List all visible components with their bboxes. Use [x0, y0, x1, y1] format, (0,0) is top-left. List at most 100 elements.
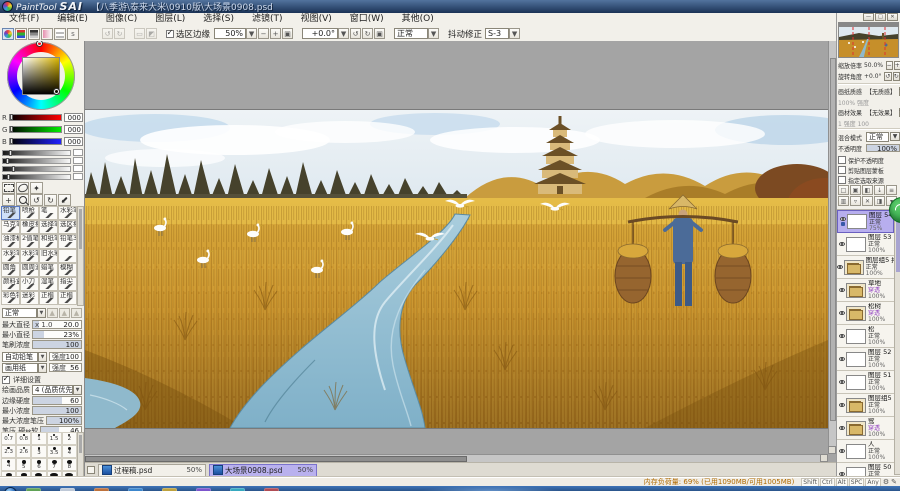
zoom-in-button[interactable]: +	[270, 28, 281, 39]
rotate-cw-button[interactable]: ↻	[362, 28, 373, 39]
layer-row[interactable]: 图层组5 拷贝正常100%	[837, 256, 894, 279]
mixer-slider-1[interactable]	[2, 150, 71, 156]
navigator-panel[interactable]	[838, 22, 899, 58]
layer-list-scrollbar[interactable]	[894, 209, 900, 475]
brush-size-preset[interactable]: 7	[47, 458, 62, 471]
angle-field[interactable]: +0.0°	[302, 28, 338, 39]
red-slider[interactable]	[9, 114, 62, 121]
layer-visibility[interactable]	[837, 288, 846, 292]
clear-layer-button[interactable]: ▿	[850, 196, 861, 206]
reset-view-tool[interactable]: ↻	[44, 194, 57, 206]
rotate-view-tool[interactable]: ↺	[30, 194, 43, 206]
new-layer-button[interactable]: □	[838, 185, 849, 195]
maximize-button[interactable]: □	[875, 13, 886, 21]
tab-list-button[interactable]	[87, 466, 95, 474]
menu-item[interactable]: 选择(S)	[194, 13, 243, 26]
navigator-zoom-in-button[interactable]: +	[894, 61, 900, 70]
layer-visibility[interactable]	[837, 426, 846, 430]
brush-item[interactable]: 湿笔	[39, 277, 58, 291]
brush-size-preset[interactable]: 2	[62, 432, 77, 445]
mixer-swatch-1[interactable]	[73, 149, 83, 156]
layer-mask-button[interactable]: ◧	[862, 185, 873, 195]
brush-size-scrollbar[interactable]	[77, 432, 84, 477]
minimize-button[interactable]: —	[863, 13, 874, 21]
brush-item[interactable]: 选区擦	[58, 220, 77, 234]
brush-shape-2[interactable]: ▲	[59, 308, 70, 318]
layer-opacity-slider[interactable]: 100%	[866, 144, 900, 152]
layer-row[interactable]: 图层 54正常75%	[837, 210, 894, 233]
brush-item[interactable]: 选择笔	[39, 220, 58, 234]
brush-size-preset[interactable]: 2.6	[16, 445, 31, 458]
zoom-dropdown-button[interactable]: ▼	[246, 28, 257, 39]
eyedropper-tool[interactable]	[58, 194, 71, 206]
redo-button[interactable]: ↻	[114, 28, 125, 39]
layer-visibility[interactable]	[837, 311, 846, 315]
brush-shape-3[interactable]: ▲	[71, 308, 82, 318]
clipping-mask-checkbox[interactable]	[838, 166, 846, 174]
brush-item[interactable]: 彩色铅	[1, 291, 20, 305]
green-slider[interactable]	[9, 126, 62, 133]
brush-item[interactable]	[58, 249, 77, 263]
lasso-tool[interactable]	[16, 182, 29, 194]
selection-edge-checkbox[interactable]	[166, 30, 174, 38]
undo-button[interactable]: ↺	[102, 28, 113, 39]
green-value[interactable]: 000	[64, 125, 83, 134]
color-wheel[interactable]	[4, 42, 80, 112]
move-tool[interactable]: +	[2, 194, 15, 206]
document-tab[interactable]: 大场景0908.psd50%	[209, 464, 317, 477]
layer-row[interactable]: 图层 51正常100%	[837, 371, 894, 394]
menu-item[interactable]: 窗口(W)	[341, 13, 393, 26]
close-button[interactable]: ✕	[887, 13, 898, 21]
canvas-vertical-scrollbar[interactable]	[828, 41, 836, 454]
menu-item[interactable]: 文件(F)	[0, 13, 48, 26]
brush-item[interactable]: 油漆桶	[1, 234, 20, 248]
brush-item[interactable]: 颜料盒	[1, 277, 20, 291]
brush-size-preset[interactable]: 3.5	[47, 445, 62, 458]
rotate-ccw-button[interactable]: ↺	[350, 28, 361, 39]
menu-item[interactable]: 其他(O)	[393, 13, 443, 26]
mixer-slider-3[interactable]	[2, 166, 71, 172]
color-mixer-toggle[interactable]	[41, 28, 53, 40]
paint-mode-dropdown[interactable]: 正常	[394, 28, 428, 39]
brush-item[interactable]: 水彩笔	[58, 206, 77, 220]
brush-item[interactable]: 指尖	[58, 277, 77, 291]
zoom-field[interactable]: 50%	[214, 28, 246, 39]
navigator-rotate-cw-button[interactable]: ↻	[893, 72, 900, 81]
layer-visibility[interactable]	[837, 357, 846, 361]
brush-size-preset[interactable]: 6	[31, 458, 46, 471]
layer-visibility[interactable]	[838, 217, 847, 226]
angle-reset-button[interactable]: ▣	[374, 28, 385, 39]
brush-item[interactable]: 圆周波	[20, 263, 39, 277]
paint-quality-dropdown[interactable]: 4 (品质优先)	[32, 385, 73, 395]
brush-size-preset[interactable]: 5	[16, 458, 31, 471]
layer-row[interactable]: 草地穿透100%	[837, 279, 894, 302]
layer-visibility[interactable]	[837, 242, 846, 246]
stabilizer-dropdown-button[interactable]: ▼	[509, 28, 520, 39]
paint-mode-dropdown-button[interactable]: ▼	[428, 28, 439, 39]
canvas-horizontal-scrollbar[interactable]	[85, 454, 820, 462]
mixer-swatch-3[interactable]	[73, 165, 83, 172]
brush-density-slider[interactable]: 100	[32, 340, 82, 349]
navigator-zoom-out-button[interactable]: −	[886, 61, 893, 70]
brush-size-preset[interactable]: 1	[31, 432, 46, 445]
layer-visibility[interactable]	[837, 449, 846, 453]
brush-size-preset[interactable]: 4	[1, 458, 16, 471]
layer-visibility[interactable]	[837, 472, 846, 476]
brush-item[interactable]: 和纸笔	[39, 234, 58, 248]
brush-item[interactable]: 小刀	[20, 277, 39, 291]
zoom-reset-button[interactable]: ▣	[282, 28, 293, 39]
brush-texture2-dropdown[interactable]: 画用纸	[2, 363, 38, 373]
brush-texture2-dropdown-button[interactable]: ▼	[38, 363, 47, 373]
new-folder-button[interactable]: ▣	[850, 185, 861, 195]
selection-source-checkbox[interactable]	[838, 176, 846, 184]
stabilizer-dropdown[interactable]: S-3	[485, 28, 509, 39]
scrollbar-corner-button[interactable]	[820, 454, 828, 462]
brush-item[interactable]: 2值笔	[20, 234, 39, 248]
sv-marker[interactable]	[54, 89, 59, 94]
brush-size-preset[interactable]: 2.3	[1, 445, 16, 458]
layer-visibility[interactable]	[837, 380, 846, 384]
swatches-toggle[interactable]	[54, 28, 66, 40]
blend-mode-dropdown[interactable]: 正常	[866, 132, 889, 142]
brush-item[interactable]: 蜡笔	[39, 263, 58, 277]
brush-texture1-dropdown-button[interactable]: ▼	[38, 352, 47, 362]
